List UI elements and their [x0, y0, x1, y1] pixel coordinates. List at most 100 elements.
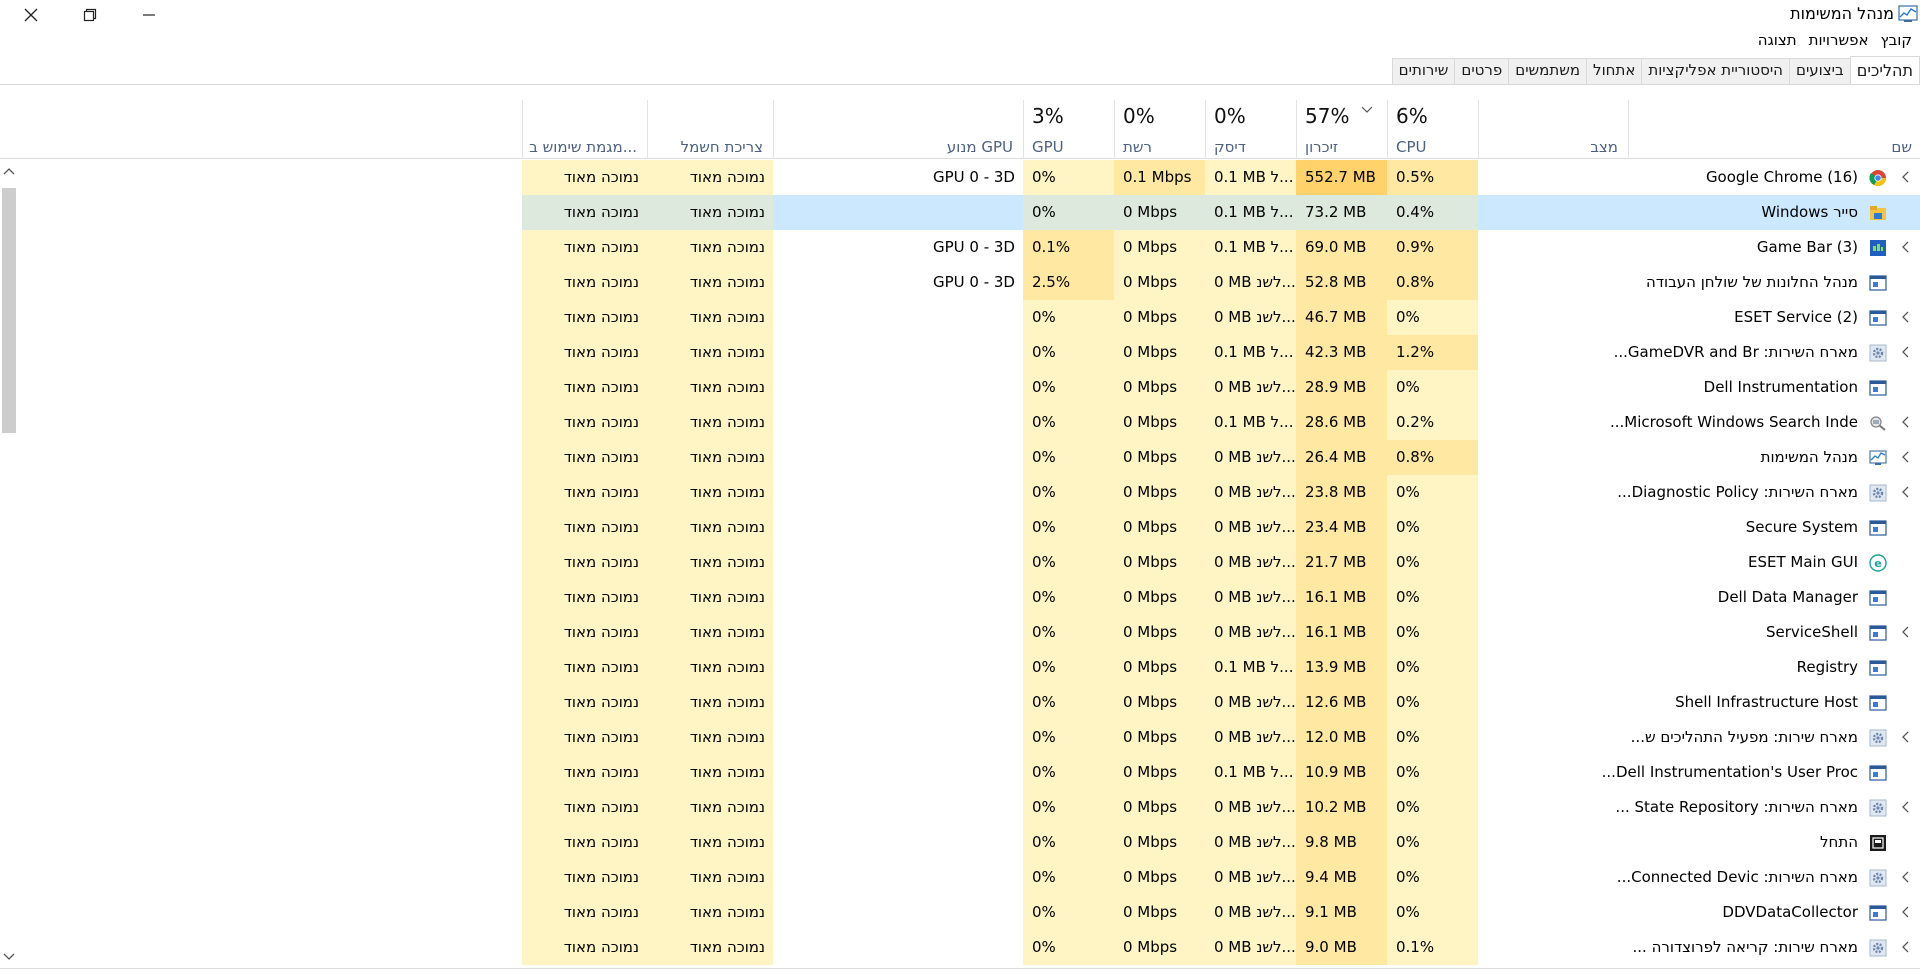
process-row[interactable]: נמוכה מאוד נמוכה מאוד 0% 0 Mbps 0 MB לשנ... 9…	[0, 930, 1920, 965]
col-cpu[interactable]: 6% CPU	[1387, 100, 1478, 159]
col-gpu-engine[interactable]: מנוע GPU	[773, 100, 1023, 159]
disk-cell: 0 MB לשנ...	[1205, 615, 1296, 650]
scrollbar-thumb[interactable]	[2, 188, 16, 433]
expand-chevron-icon[interactable]	[1902, 801, 1910, 813]
process-row[interactable]: נמוכה מאוד נמוכה מאוד 0% 0 Mbps 0.1 MB ל... 7…	[0, 195, 1920, 230]
menu-options[interactable]: אפשרויות	[1801, 31, 1873, 53]
menu-view[interactable]: תצוגה	[1750, 31, 1801, 53]
process-row[interactable]: נמוכה מאוד נמוכה מאוד 0% 0 Mbps 0 MB לשנ... 2…	[0, 545, 1920, 580]
col-disk[interactable]: 0% דיסק	[1205, 100, 1296, 159]
network-cell: 0 Mbps	[1114, 195, 1205, 230]
process-row[interactable]: נמוכה מאוד נמוכה מאוד 0% 0 Mbps 0 MB לשנ... 2…	[0, 510, 1920, 545]
process-row[interactable]: נמוכה מאוד נמוכה מאוד 0% 0 Mbps 0 MB לשנ... 4…	[0, 300, 1920, 335]
process-row[interactable]: נמוכה מאוד נמוכה מאוד 0% 0 Mbps 0.1 MB ל... 1…	[0, 650, 1920, 685]
process-row[interactable]: נמוכה מאוד נמוכה מאוד 0% 0 Mbps 0 MB לשנ... 1…	[0, 685, 1920, 720]
col-power-trend[interactable]: מגמת שימוש ב...	[522, 100, 647, 159]
memory-cell: 552.7 MB	[1296, 160, 1387, 195]
process-name: Microsoft Windows Search Inde...	[1609, 413, 1858, 431]
cpu-cell: 1.2%	[1387, 335, 1478, 370]
tab-app-history[interactable]: היסטוריית אפליקציות	[1641, 58, 1790, 84]
process-row[interactable]: נמוכה מאוד נמוכה מאוד 0% 0 Mbps 0 MB לשנ... 1…	[0, 790, 1920, 825]
power-trend-cell: נמוכה מאוד	[522, 230, 647, 265]
vertical-scrollbar[interactable]	[0, 160, 18, 968]
process-row[interactable]: נמוכה מאוד נמוכה מאוד 0% 0 Mbps 0.1 MB ל... 1…	[0, 755, 1920, 790]
expand-chevron-icon[interactable]	[1902, 941, 1910, 953]
tab-performance[interactable]: ביצועים	[1788, 58, 1851, 84]
process-row[interactable]: נמוכה מאוד נמוכה מאוד 0% 0 Mbps 0.1 MB ל... 2…	[0, 405, 1920, 440]
gpu-cell: 0%	[1023, 580, 1114, 615]
expand-chevron-icon[interactable]	[1902, 731, 1910, 743]
power-trend-cell: נמוכה מאוד	[522, 335, 647, 370]
expand-chevron-icon[interactable]	[1902, 171, 1910, 183]
tab-services[interactable]: שירותים	[1391, 58, 1456, 84]
process-row[interactable]: נמוכה מאוד נמוכה מאוד GPU 0 - 3D 0% 0.1 Mbps…	[0, 160, 1920, 195]
memory-cell: 69.0 MB	[1296, 230, 1387, 265]
power-trend-cell: נמוכה מאוד	[522, 615, 647, 650]
col-network[interactable]: 0% רשת	[1114, 100, 1205, 159]
process-name-cell: ServiceShell	[1527, 615, 1920, 650]
scroll-up-icon[interactable]	[3, 166, 15, 176]
col-memory[interactable]: 57% זיכרון	[1296, 100, 1387, 159]
gear-icon	[1869, 344, 1887, 362]
tab-details[interactable]: פרטים	[1454, 58, 1510, 84]
memory-cell: 9.0 MB	[1296, 930, 1387, 965]
scroll-down-icon[interactable]	[3, 952, 15, 962]
app-icon	[1869, 520, 1887, 536]
process-row[interactable]: נמוכה מאוד נמוכה מאוד 0% 0 Mbps 0 MB לשנ... 2…	[0, 370, 1920, 405]
expand-chevron-icon[interactable]	[1902, 241, 1910, 253]
process-row[interactable]: נמוכה מאוד נמוכה מאוד 0% 0 Mbps 0 MB לשנ... 1…	[0, 580, 1920, 615]
col-name[interactable]: שם	[1628, 100, 1920, 159]
process-row[interactable]: נמוכה מאוד נמוכה מאוד 0% 0 Mbps 0 MB לשנ... 9…	[0, 860, 1920, 895]
close-button[interactable]	[2, 0, 60, 30]
expand-chevron-icon[interactable]	[1902, 626, 1910, 638]
cpu-cell: 0%	[1387, 545, 1478, 580]
power-usage-cell: נמוכה מאוד	[647, 545, 773, 580]
cpu-cell: 0%	[1387, 370, 1478, 405]
process-row[interactable]: נמוכה מאוד נמוכה מאוד 0% 0 Mbps 0 MB לשנ... 1…	[0, 615, 1920, 650]
cpu-cell: 0%	[1387, 895, 1478, 930]
process-row[interactable]: נמוכה מאוד נמוכה מאוד 0% 0 Mbps 0 MB לשנ... 2…	[0, 475, 1920, 510]
minimize-button[interactable]	[120, 0, 178, 30]
process-row[interactable]: נמוכה מאוד נמוכה מאוד GPU 0 - 3D 0.1% 0 Mbps…	[0, 230, 1920, 265]
expand-chevron-icon[interactable]	[1902, 416, 1910, 428]
expand-chevron-icon[interactable]	[1902, 871, 1910, 883]
gpu-cell: 0%	[1023, 370, 1114, 405]
expand-chevron-icon[interactable]	[1902, 906, 1910, 918]
memory-cell: 16.1 MB	[1296, 615, 1387, 650]
process-row[interactable]: נמוכה מאוד נמוכה מאוד 0% 0 Mbps 0 MB לשנ... 9…	[0, 895, 1920, 930]
tab-startup[interactable]: אתחול	[1586, 58, 1643, 84]
process-row[interactable]: נמוכה מאוד נמוכה מאוד 0% 0 Mbps 0 MB לשנ... 9…	[0, 825, 1920, 860]
col-power[interactable]: צריכת חשמל	[647, 100, 773, 159]
cpu-cell: 0.8%	[1387, 265, 1478, 300]
gpu-cell: 0%	[1023, 720, 1114, 755]
col-status[interactable]: מצב	[1478, 100, 1628, 159]
gear-icon	[1869, 869, 1887, 887]
network-cell: 0 Mbps	[1114, 790, 1205, 825]
expand-chevron-icon[interactable]	[1902, 346, 1910, 358]
tab-users[interactable]: משתמשים	[1508, 58, 1588, 84]
gpu-cell: 0%	[1023, 790, 1114, 825]
network-cell: 0 Mbps	[1114, 650, 1205, 685]
process-name-cell: DDVDataCollector	[1527, 895, 1920, 930]
cpu-cell: 0%	[1387, 685, 1478, 720]
process-row[interactable]: נמוכה מאוד נמוכה מאוד 0% 0 Mbps 0.1 MB ל... 4…	[0, 335, 1920, 370]
restore-button[interactable]	[61, 0, 119, 30]
process-row[interactable]: נמוכה מאוד נמוכה מאוד 0% 0 Mbps 0 MB לשנ... 1…	[0, 720, 1920, 755]
disk-cell: 0.1 MB ל...	[1205, 230, 1296, 265]
process-name-cell: Game Bar (3)	[1527, 230, 1920, 265]
gpu-cell: 0%	[1023, 195, 1114, 230]
window-title: מנהל המשימות	[1790, 4, 1894, 23]
menu-file[interactable]: קובץ	[1873, 31, 1917, 53]
process-row[interactable]: נמוכה מאוד נמוכה מאוד GPU 0 - 3D 2.5% 0 Mbps…	[0, 265, 1920, 300]
col-gpu[interactable]: 3% GPU	[1023, 100, 1114, 159]
process-row[interactable]: נמוכה מאוד נמוכה מאוד 0% 0 Mbps 0 MB לשנ... 2…	[0, 440, 1920, 475]
tab-processes[interactable]: תהליכים	[1849, 56, 1920, 84]
cpu-cell: 0%	[1387, 580, 1478, 615]
process-name: Dell Instrumentation's User Proc...	[1601, 763, 1858, 781]
expand-chevron-icon[interactable]	[1902, 451, 1910, 463]
power-usage-cell: נמוכה מאוד	[647, 650, 773, 685]
network-cell: 0 Mbps	[1114, 930, 1205, 965]
expand-chevron-icon[interactable]	[1902, 486, 1910, 498]
power-trend-cell: נמוכה מאוד	[522, 685, 647, 720]
expand-chevron-icon[interactable]	[1902, 311, 1910, 323]
